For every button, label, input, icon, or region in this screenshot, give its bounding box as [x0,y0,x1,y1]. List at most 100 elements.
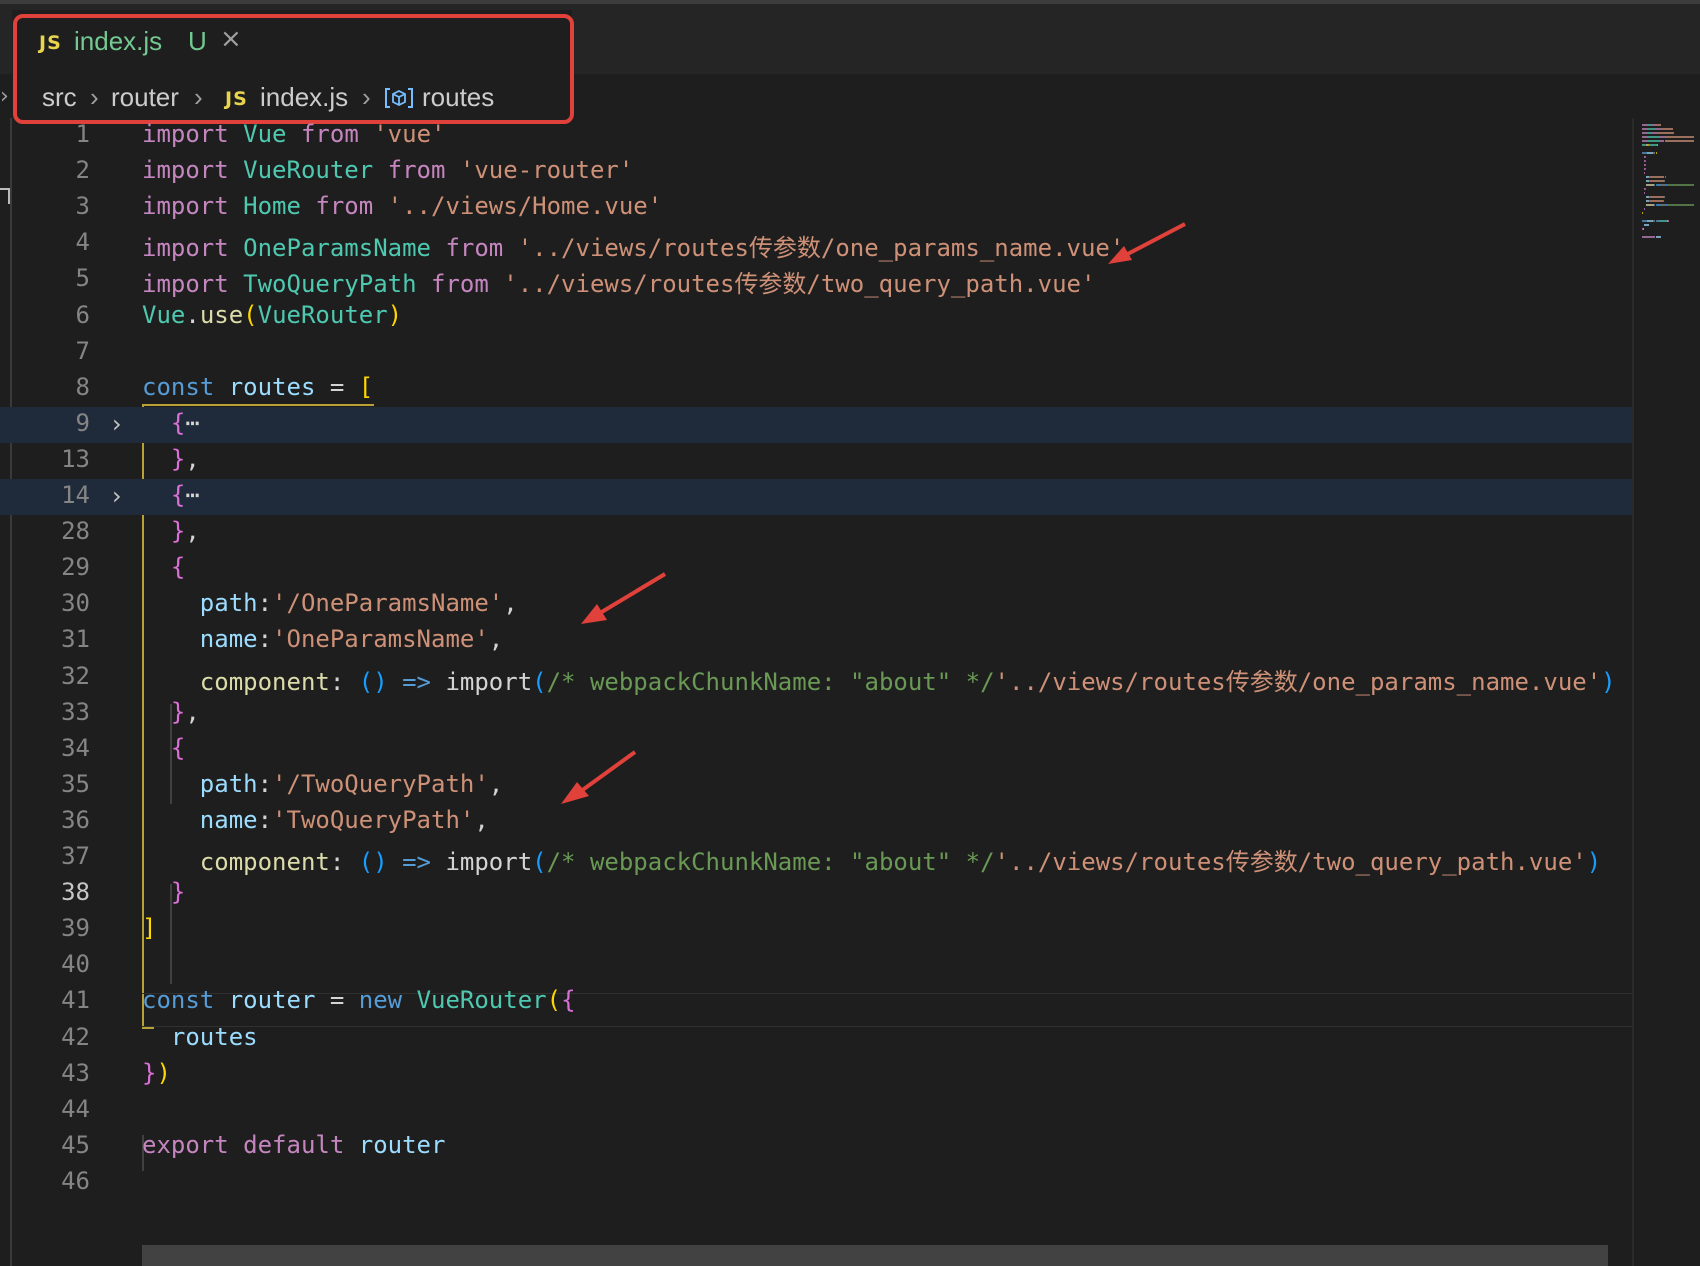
minimap-line [1642,228,1644,230]
code-text: { [142,553,185,581]
code-line[interactable]: 32 component: () => import(/* webpackChu… [0,660,1632,696]
line-number: 45 [61,1130,90,1159]
code-line[interactable]: 45 export default router [0,1129,1632,1165]
code-token: default [243,1130,359,1159]
line-number: 37 [61,842,90,870]
fold-chevron-icon[interactable]: › [112,482,122,510]
code-token: : [329,667,359,696]
code-line[interactable]: 1 import Vue from 'vue' [0,118,1632,154]
code-token: => [387,667,446,696]
code-line[interactable]: 33 }, [0,696,1632,732]
line-number: 13 [61,444,90,473]
code-token: ⋯ [185,408,200,437]
code-token: const [142,372,229,401]
code-token: router [358,1130,446,1159]
code-text: { [142,734,185,762]
code-token: , [474,805,489,834]
line-number: 8 [75,372,90,401]
code-token: . [185,300,200,329]
code-line[interactable]: 39] [0,912,1632,948]
line-number: 9 [75,408,90,437]
code-line[interactable]: 44 [0,1093,1632,1129]
arrow-line-4 [1108,222,1186,264]
code-token: path [199,589,258,618]
code-token: , [185,444,200,473]
code-line[interactable]: 3 import Home from '../views/Home.vue' [0,190,1632,226]
code-line[interactable]: 35 path:'/TwoQueryPath', [0,768,1632,804]
code-token: from [286,120,374,148]
fold-chevron-icon[interactable]: › [112,410,122,438]
code-line[interactable]: 2 import VueRouter from 'vue-router' [0,154,1632,190]
code-token: { [561,986,576,1015]
line-number: 38 [61,878,90,907]
line-number: 46 [61,1166,90,1195]
minimap-line [1663,180,1665,182]
minimap-line [1667,204,1694,206]
code-line[interactable]: 14 › {⋯ [0,479,1632,515]
minimap-line [1650,180,1664,182]
minimap-line [1645,204,1654,206]
code-token: } [170,517,186,546]
code-text: }, [142,517,200,545]
code-token: VueRouter [257,300,388,329]
code-line[interactable]: 9 › {⋯ [0,406,1632,443]
code-text: path:'/TwoQueryPath', [142,770,503,798]
code-text: const routes = [ [142,373,373,401]
minimap-line [1648,140,1660,142]
code-token: name [199,625,258,654]
code-line[interactable]: 36 name:'TwoQueryPath', [0,804,1632,840]
code-line[interactable]: 13 }, [0,443,1632,479]
code-line[interactable]: 38 } [0,876,1632,912]
code-line[interactable]: 5 import TwoQueryPath from '../views/rout… [0,262,1632,298]
code-line[interactable]: 34 { [0,732,1632,768]
code-text: import Vue from 'vue' [142,120,445,148]
code-line[interactable]: 6 Vue.use(VueRouter) [0,299,1632,335]
minimap-line [1655,236,1661,238]
code-token: '../views/routes传参数/one_params_name.vue' [517,234,1125,263]
code-token: routes [170,1022,258,1051]
minimap-line [1648,136,1660,138]
code-line[interactable]: 41 const router = new VueRouter({ [0,984,1632,1020]
code-line[interactable]: 46 [0,1165,1632,1201]
line-number: 43 [61,1058,90,1087]
minimap-line [1661,128,1673,130]
code-line[interactable]: 4 import OneParamsName from '../views/rou… [0,226,1632,262]
minimap-line [1664,176,1666,178]
minimap-line [1657,132,1675,134]
code-token: export [142,1130,244,1159]
code-line[interactable]: 28 }, [0,515,1632,551]
minimap-line [1662,200,1664,202]
line-number: 31 [61,625,90,654]
code-token: import [445,848,533,876]
code-line[interactable]: 31 name:'OneParamsName', [0,623,1632,659]
code-line[interactable]: 40 [0,948,1632,984]
code-token: { [170,481,186,509]
code-line[interactable]: 30 path:'/OneParamsName', [0,587,1632,623]
line-number: 14 [61,481,90,509]
code-token: Vue [142,300,186,329]
code-token: name [199,805,258,834]
code-line[interactable]: 43}) [0,1057,1632,1093]
minimap-line [1659,220,1668,222]
code-editor[interactable]: 1 import Vue from 'vue' 2 import VueRouter … [0,118,1632,1266]
code-line[interactable]: 29 { [0,551,1632,587]
code-line[interactable]: 7 [0,335,1632,371]
code-token: = [315,372,359,401]
code-text: name:'OneParamsName', [142,625,503,653]
horizontal-scrollbar[interactable] [142,1245,1608,1266]
code-line[interactable]: 37 component: () => import(/* webpackChu… [0,840,1632,876]
code-line[interactable]: 42 routes [0,1021,1632,1057]
code-token: ( [243,300,258,329]
code-text: }, [142,698,200,726]
code-token: ( [532,848,547,876]
minimap[interactable] [1632,118,1700,1266]
code-line[interactable]: 8 const routes = [ [0,371,1632,407]
line-number: 2 [75,156,90,185]
code-token: ( [546,986,562,1015]
minimap-line [1664,140,1694,142]
